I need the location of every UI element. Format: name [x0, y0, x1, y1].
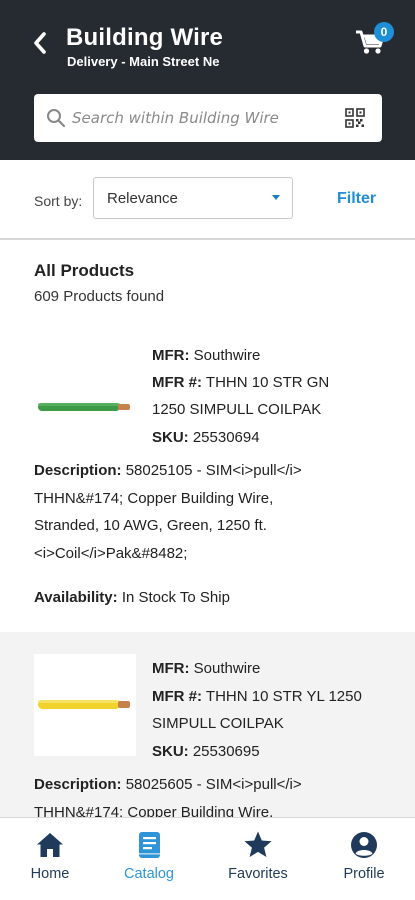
sku-label: SKU: — [152, 743, 189, 760]
nav-home[interactable]: Home — [5, 818, 95, 900]
home-icon — [37, 833, 63, 857]
nav-profile-label: Profile — [343, 866, 385, 882]
cart-count-badge: 0 — [374, 22, 394, 42]
mfr-value: Southwire — [193, 660, 261, 677]
description-label: Description: — [34, 462, 122, 479]
sort-selected-value: Relevance — [107, 190, 178, 207]
back-button[interactable] — [28, 30, 52, 56]
wire-image — [38, 403, 130, 411]
nav-profile[interactable]: Profile — [319, 818, 409, 900]
product-image — [34, 339, 136, 441]
search-input[interactable] — [72, 106, 332, 130]
mfr-value: Southwire — [193, 347, 261, 364]
mfr-label: MFR: — [152, 347, 190, 364]
sku-value: 25530694 — [192, 429, 260, 446]
product-card[interactable]: MFR: Southwire MFR #: THHN 10 STR YL 125… — [0, 632, 415, 821]
star-icon — [244, 831, 272, 857]
results-title: All Products — [34, 261, 135, 280]
mfr-number-label: MFR #: — [152, 688, 202, 705]
description-line: 58025105 - SIM<i>pull</i> — [125, 462, 302, 479]
product-image — [34, 654, 136, 756]
availability-value: In Stock To Ship — [121, 589, 230, 606]
wire-image — [38, 700, 130, 709]
profile-icon — [351, 832, 377, 858]
nav-home-label: Home — [30, 866, 70, 882]
mfr-label: MFR: — [152, 660, 190, 677]
mfr-number-value: THHN 10 STR YL 1250 — [205, 688, 362, 705]
qr-code-icon[interactable] — [345, 108, 365, 128]
mfr-number-value-cont: 1250 SIMPULL COILPAK — [152, 401, 322, 418]
availability: Availability: In Stock To Ship — [34, 589, 230, 606]
caret-down-icon — [272, 195, 280, 200]
chevron-left-icon — [34, 32, 46, 54]
filter-button[interactable]: Filter — [337, 190, 376, 208]
nav-catalog-label: Catalog — [124, 866, 174, 882]
availability-label: Availability: — [34, 589, 118, 606]
mfr-number-value-cont: SIMPULL COILPAK — [152, 715, 284, 732]
description-line: <i>Coil</i>Pak&#8482; — [34, 544, 188, 562]
sort-dropdown[interactable]: Relevance — [93, 177, 293, 219]
description-label: Description: — [34, 776, 122, 793]
sku-value: 25530695 — [192, 743, 260, 760]
sort-label: Sort by: — [34, 193, 83, 209]
catalog-icon — [139, 832, 160, 858]
sku-label: SKU: — [152, 429, 189, 446]
product-description: Description: 58025105 - SIM<i>pull</i> T… — [34, 457, 394, 567]
description-line: 58025605 - SIM<i>pull</i> — [125, 776, 302, 793]
mfr-number-label: MFR #: — [152, 374, 202, 391]
search-bar — [34, 94, 382, 142]
results-count: 609 Products found — [34, 288, 165, 305]
sort-filter-bar: Sort by: Relevance Filter — [0, 160, 415, 240]
nav-catalog[interactable]: Catalog — [104, 818, 194, 900]
nav-favorites[interactable]: Favorites — [213, 818, 303, 900]
mfr-number-value: THHN 10 STR GN — [205, 374, 330, 391]
app-header: Building Wire Delivery - Main Street Ne … — [0, 0, 415, 160]
nav-favorites-label: Favorites — [228, 866, 288, 882]
page-title: Building Wire — [66, 24, 224, 51]
bottom-navigation: Home Catalog Favorites Profile — [0, 817, 415, 900]
search-icon — [47, 109, 66, 128]
description-line: Stranded, 10 AWG, Green, 1250 ft. — [34, 517, 267, 534]
product-card[interactable]: MFR: Southwire MFR #: THHN 10 STR GN 125… — [0, 322, 415, 632]
delivery-location[interactable]: Delivery - Main Street Ne — [67, 54, 219, 69]
description-line: THHN&#174; Copper Building Wire, — [34, 489, 274, 507]
